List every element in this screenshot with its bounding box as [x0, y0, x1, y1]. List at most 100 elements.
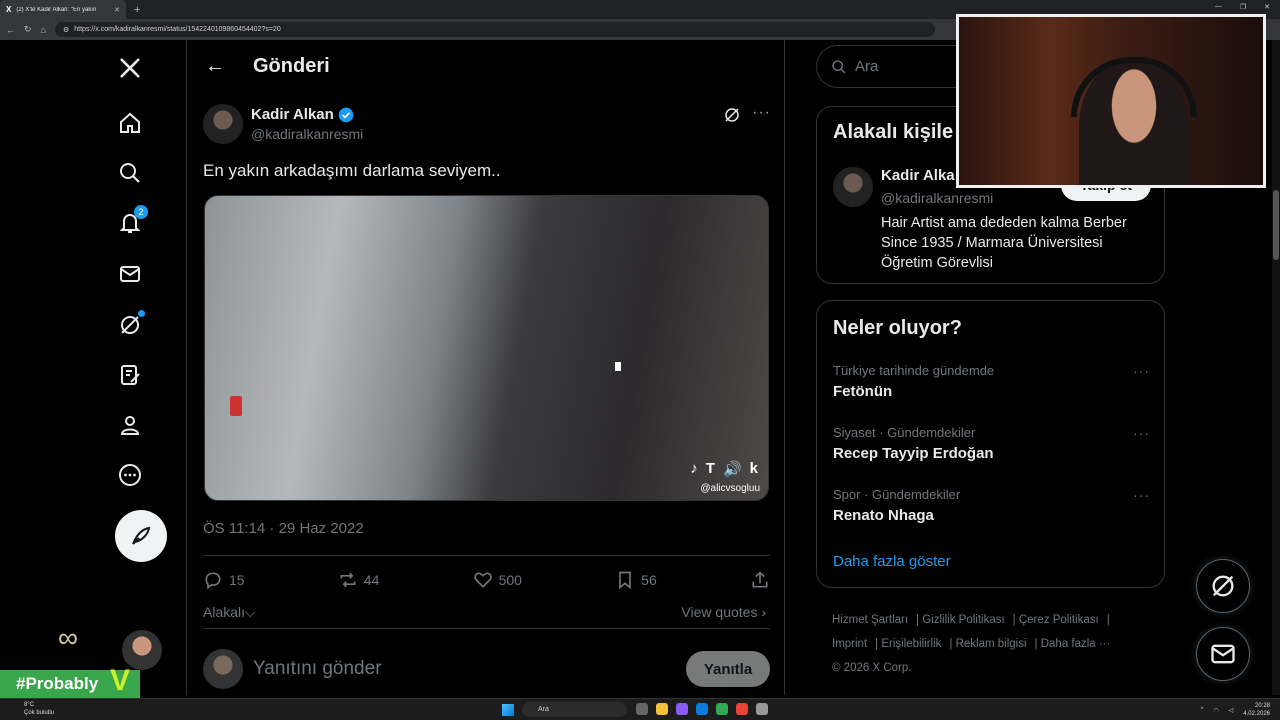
tab-close-icon[interactable]: ✕ [114, 6, 120, 14]
tab-title: (2) X'te Kadir Alkan: "En yakın [16, 6, 97, 13]
related-dropdown[interactable]: Alakalı⌵ [203, 604, 256, 621]
trend-item[interactable]: Türkiye tarihinde gündemde Fetönün ··· [833, 363, 1150, 400]
webcam-overlay [956, 14, 1266, 188]
trend-meta: Siyaset · Gündemdekiler [833, 425, 976, 440]
view-quotes-link[interactable]: View quotes › [681, 604, 766, 620]
trend-topic: Recep Tayyip Erdoğan [833, 445, 994, 462]
like-button[interactable]: 500 [473, 570, 522, 590]
mail-icon [1211, 644, 1235, 664]
trends-title: Neler oluyor? [833, 317, 962, 339]
related-person-avatar[interactable] [833, 167, 873, 207]
site-info-icon[interactable]: ⚙ [63, 26, 69, 34]
x-logo-icon[interactable] [116, 54, 144, 82]
grok-notification-dot [138, 310, 145, 317]
left-nav: 2 [100, 40, 185, 695]
back-arrow-icon[interactable]: ← [205, 55, 225, 78]
reply-submit-button[interactable]: Yanıtla [686, 651, 770, 687]
post-timestamp[interactable]: ÖS 11:14 · 29 Haz 2022 [203, 520, 364, 537]
related-person-handle[interactable]: @kadiralkanresmi [881, 190, 993, 206]
author-name[interactable]: Kadir Alkan [251, 106, 334, 123]
search-input[interactable]: Ara [855, 58, 878, 75]
trend-more-icon[interactable]: ··· [1133, 487, 1150, 503]
clock[interactable]: 20:28 4.02.2026 [1243, 702, 1270, 718]
trend-more-icon[interactable]: ··· [1133, 425, 1150, 441]
url-field[interactable]: ⚙ https://x.com/kadiralkanresmi/status/1… [54, 22, 935, 37]
reload-icon[interactable]: ↻ [24, 24, 32, 35]
post-more-icon[interactable]: ··· [752, 104, 771, 122]
heart-icon [473, 572, 492, 588]
car-taillight [230, 396, 242, 416]
start-button-icon[interactable] [502, 704, 514, 716]
grok-icon[interactable] [116, 310, 145, 339]
bookmark-button[interactable]: 56 [615, 570, 657, 590]
grok-floating-button[interactable] [1196, 559, 1250, 613]
wifi-icon[interactable]: ◠ [1213, 707, 1218, 714]
footer-link[interactable]: Çerez Politikası [1019, 614, 1099, 626]
chrome-icon[interactable] [716, 703, 728, 715]
trend-more-icon[interactable]: ··· [1133, 363, 1150, 379]
weather-widget[interactable]: 8°C Çok bulutlu [24, 701, 54, 717]
footer-link[interactable]: Daha fazla ··· [1041, 638, 1111, 650]
show-more-link[interactable]: Daha fazla göster [833, 553, 951, 570]
headset-shape [1071, 57, 1197, 117]
task-view-icon[interactable] [636, 703, 648, 715]
post-actions: 15 44 500 56 [203, 570, 770, 590]
browser-tab[interactable]: X (2) X'te Kadir Alkan: "En yakın ✕ [0, 0, 126, 19]
tray-chevron-icon[interactable]: ^ [1201, 707, 1204, 713]
home-icon[interactable] [116, 109, 144, 137]
file-explorer-icon[interactable] [656, 703, 668, 715]
windows-taskbar: 8°C Çok bulutlu Ara ^ ◠ ◁ 20:28 4.02.202… [0, 698, 1280, 720]
share-button[interactable] [750, 570, 770, 590]
explore-search-icon[interactable] [116, 159, 144, 187]
maximize-icon[interactable]: ❐ [1240, 3, 1246, 11]
footer-links: Hizmet Şartları | Gizlilik Politikası | Çe… [832, 614, 1111, 674]
tiktok-k-text: k [749, 460, 758, 477]
lists-icon[interactable] [116, 361, 144, 389]
bookmark-icon [619, 571, 632, 590]
edge-icon[interactable] [696, 703, 708, 715]
trend-item[interactable]: Siyaset · Gündemdekiler Recep Tayyip Erd… [833, 425, 1150, 462]
trend-item[interactable]: Spor · Gündemdekiler Renato Nhaga ··· [833, 487, 1150, 524]
author-handle[interactable]: @kadiralkanresmi [251, 126, 363, 142]
weather-desc: Çok bulutlu [24, 710, 55, 716]
related-person-name[interactable]: Kadir Alka [881, 167, 955, 184]
author-avatar[interactable] [203, 104, 243, 144]
trend-topic: Renato Nhaga [833, 507, 934, 524]
footer-link[interactable]: Reklam bilgisi [956, 638, 1027, 650]
reply-input[interactable]: Yanıtını gönder [253, 658, 686, 680]
footer-link[interactable]: Erişilebilirlik [881, 638, 941, 650]
footer-link[interactable]: Gizlilik Politikası [922, 614, 1004, 626]
settings-icon[interactable] [756, 703, 768, 715]
minimize-icon[interactable]: — [1215, 3, 1222, 11]
more-options-icon[interactable] [116, 461, 144, 489]
app-icon[interactable] [736, 703, 748, 715]
weather-temp: 8°C [24, 702, 35, 708]
discord-icon[interactable] [676, 703, 688, 715]
close-window-icon[interactable]: ✕ [1264, 3, 1270, 11]
taskbar-search[interactable]: Ara [522, 702, 627, 717]
my-avatar[interactable] [203, 649, 243, 689]
scrollbar-thumb[interactable] [1273, 190, 1279, 260]
footer-link[interactable]: Hizmet Şartları [832, 614, 908, 626]
page-scrollbar[interactable] [1272, 40, 1280, 695]
volume-icon[interactable]: ◁ [1229, 707, 1234, 714]
footer-link[interactable]: Imprint [832, 638, 867, 650]
mouse-cursor [615, 362, 621, 371]
home-nav-icon[interactable]: ⌂ [41, 25, 46, 35]
speaker-icon[interactable]: 🔊 [723, 460, 742, 478]
back-nav-icon[interactable]: ← [6, 25, 15, 35]
compose-post-button[interactable] [115, 510, 167, 562]
profile-icon[interactable] [116, 411, 144, 439]
messages-floating-button[interactable] [1196, 627, 1250, 681]
new-tab-icon[interactable]: + [134, 4, 140, 16]
grok-explain-icon[interactable] [723, 106, 741, 124]
url-text: https://x.com/kadiralkanresmi/status/154… [74, 26, 281, 33]
notifications-bell-icon[interactable]: 2 [116, 205, 148, 237]
trends-card: Neler oluyor? Türkiye tarihinde gündemde… [816, 300, 1165, 588]
repost-button[interactable]: 44 [338, 570, 379, 590]
reply-button[interactable]: 15 [203, 570, 245, 590]
post-video[interactable]: ♪ T 🔊 k @alicvsogluu [204, 195, 769, 501]
v-logo-icon: V [110, 664, 131, 697]
messages-mail-icon[interactable] [116, 260, 144, 288]
feather-icon [132, 526, 151, 545]
